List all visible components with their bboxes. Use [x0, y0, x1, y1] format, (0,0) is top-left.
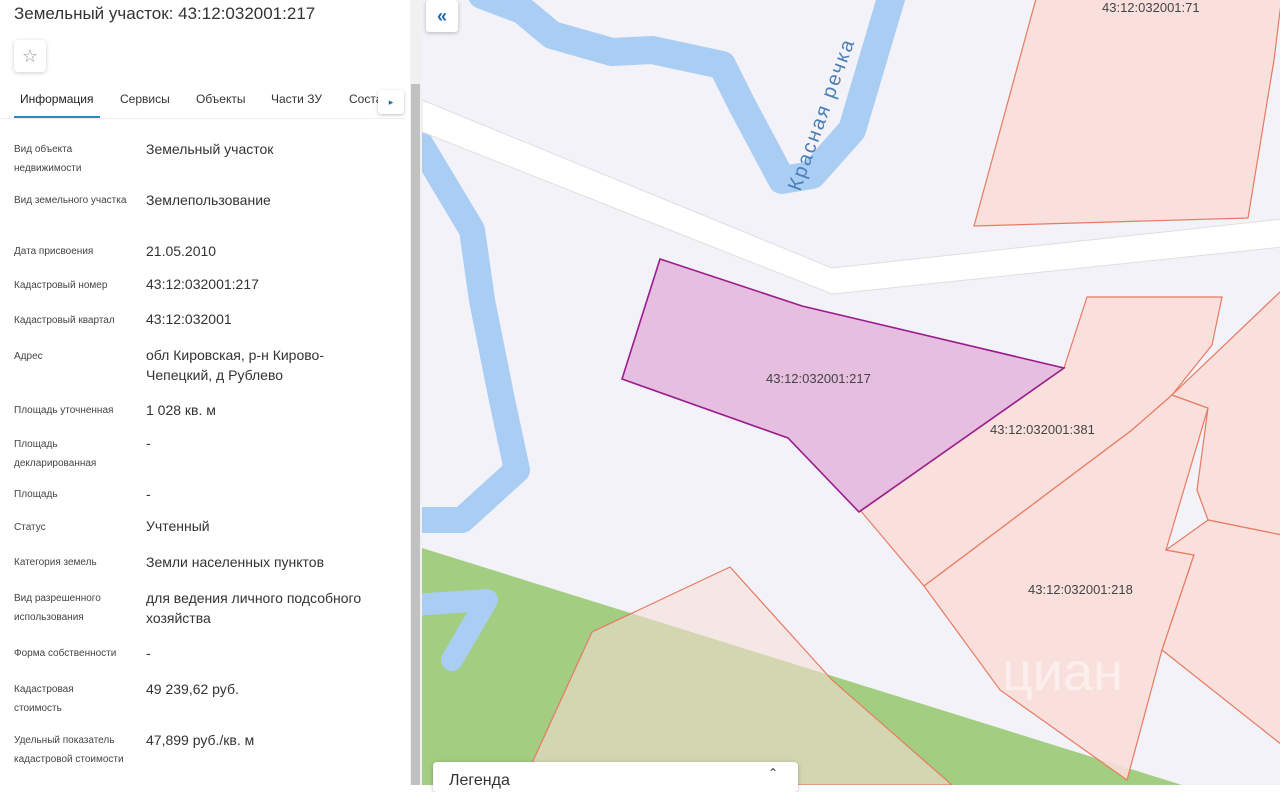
field-label: Площадь — [14, 489, 58, 500]
parcel-label-217: 43:12:032001:217 — [766, 371, 871, 386]
field-value: для ведения личного подсобного хозяйства — [146, 590, 362, 626]
field-value: Земельный участок — [146, 141, 274, 157]
panel-scrollbar[interactable] — [410, 0, 422, 785]
watermark-logo: циан — [1002, 642, 1123, 702]
field-label: Форма собственности — [14, 648, 117, 659]
field-label: Площадь уточненная — [14, 405, 114, 416]
page-title: Земельный участок: 43:12:032001:217 — [14, 4, 316, 23]
field-value: 1 028 кв. м — [146, 402, 216, 418]
field-label: Кадастровая стоимость — [14, 684, 74, 714]
tab-objects[interactable]: Объекты — [196, 92, 246, 106]
active-tab-indicator — [14, 116, 100, 118]
field-value: - — [146, 645, 151, 661]
parcel-label-71: 43:12:032001:71 — [1102, 0, 1200, 15]
field-label: Кадастровый квартал — [14, 315, 115, 326]
field-value: 43:12:032001 — [146, 311, 232, 327]
field-label: Удельный показатель кадастровой стоимост… — [14, 735, 124, 765]
river-left — [422, 121, 530, 533]
field-value: Учтенный — [146, 518, 210, 534]
field-value: 49 239,62 руб. — [146, 681, 239, 697]
field-label: Статус — [14, 522, 46, 533]
field-label: Вид разрешенного использования — [14, 593, 101, 623]
field-label: Площадь декларированная — [14, 439, 97, 469]
field-value: 21.05.2010 — [146, 243, 217, 259]
field-label: Кадастровый номер — [14, 280, 108, 291]
field-label: Вид земельного участка — [14, 195, 127, 206]
parcel-label-218: 43:12:032001:218 — [1028, 582, 1133, 597]
tab-land-parts[interactable]: Части ЗУ — [271, 92, 322, 106]
map-canvas[interactable]: 43:12:032001:217 43:12:032001:381 43:12:… — [422, 0, 1280, 785]
tab-bar: Информация Сервисы Объекты Части ЗУ Сост… — [0, 84, 405, 119]
field-value: 47,899 руб./кв. м — [146, 732, 255, 748]
field-value: Землепользование — [146, 192, 271, 208]
legend-chevron-up-icon[interactable]: ⌃ — [768, 766, 778, 780]
cadastral-map[interactable]: 43:12:032001:217 43:12:032001:381 43:12:… — [422, 0, 1280, 785]
field-value: - — [146, 486, 151, 502]
parcel-71[interactable] — [973, 0, 1280, 227]
field-label: Категория земель — [14, 557, 97, 568]
field-value: - — [146, 435, 151, 451]
scrollbar-thumb[interactable] — [411, 84, 420, 785]
field-label: Дата присвоения — [14, 246, 94, 257]
field-value: 43:12:032001:217 — [146, 276, 259, 292]
legend-panel[interactable]: Легенда ⌃ — [433, 762, 798, 792]
legend-title: Легенда — [449, 772, 510, 789]
collapse-panel-icon[interactable]: « — [426, 0, 458, 32]
field-label: Вид объекта недвижимости — [14, 144, 82, 174]
field-label: Адрес — [14, 351, 43, 362]
tab-information[interactable]: Информация — [20, 92, 93, 106]
field-value: Земли населенных пунктов — [146, 554, 325, 570]
tab-services[interactable]: Сервисы — [120, 92, 170, 106]
tabs-scroll-right-icon[interactable]: ▸ — [378, 90, 404, 114]
field-value: обл Кировская, р-н Кирово-Чепецкий, д Ру… — [146, 347, 324, 383]
favorite-star-icon[interactable]: ☆ — [14, 40, 46, 72]
parcel-label-381: 43:12:032001:381 — [990, 422, 1095, 437]
info-panel: Земельный участок: 43:12:032001:217 ☆ Ин… — [0, 0, 410, 785]
